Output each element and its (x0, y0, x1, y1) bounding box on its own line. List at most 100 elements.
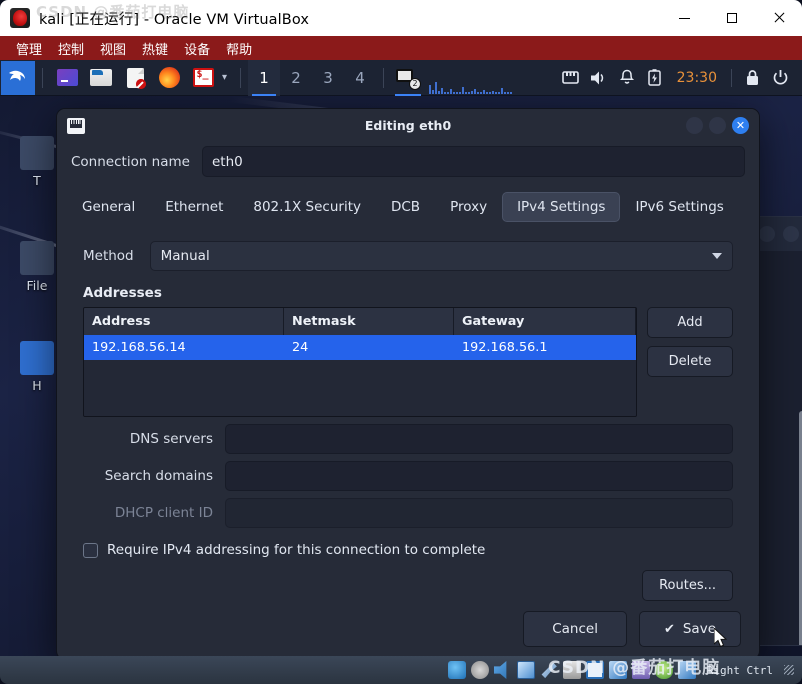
panel-launchers: $_ ▾ 1 2 3 4 2 (0, 59, 422, 96)
editing-connection-dialog: Editing eth0 ✕ Connection name eth0 Gene… (56, 108, 760, 660)
features-icon[interactable] (631, 661, 650, 679)
workspace-2[interactable]: 2 (280, 60, 312, 96)
tray-divider (731, 68, 732, 87)
text-editor-launcher[interactable] (122, 65, 148, 91)
tab-ipv6-settings[interactable]: IPv6 Settings (620, 192, 738, 222)
hard-disk-icon[interactable] (447, 661, 466, 679)
tab-general[interactable]: General (67, 192, 150, 222)
method-combobox[interactable]: Manual (149, 241, 733, 271)
maximize-circle-icon[interactable] (783, 226, 799, 242)
desktop-icon-glyph (20, 241, 54, 275)
terminal-launcher[interactable] (54, 65, 80, 91)
column-header-address: Address (84, 308, 284, 335)
window-count-badge: 2 (409, 77, 422, 90)
routes-button[interactable]: Routes... (642, 570, 733, 601)
addresses-table-empty-space (84, 360, 636, 416)
panel-spacer (421, 60, 557, 96)
battery-glyph (648, 69, 661, 86)
panel-divider-3 (383, 67, 385, 88)
ethernet-glyph (562, 71, 579, 84)
connection-name-input[interactable]: eth0 (201, 146, 745, 177)
taskbar-active-indicator (395, 93, 422, 96)
network-icon[interactable] (516, 661, 535, 679)
display-icon[interactable] (585, 661, 604, 679)
mouse-cursor (714, 628, 728, 648)
minimize-icon (679, 17, 690, 19)
dns-servers-label: DNS servers (129, 431, 213, 447)
dialog-titlebar[interactable]: Editing eth0 ✕ (57, 109, 759, 142)
desktop-icon-label: File (26, 278, 48, 293)
maximize-button[interactable] (708, 0, 755, 36)
dialog-maximize-button[interactable] (709, 117, 726, 134)
tab-ethernet[interactable]: Ethernet (150, 192, 238, 222)
chevron-down-icon[interactable]: ▾ (222, 72, 227, 83)
dns-servers-input[interactable] (225, 424, 733, 454)
usb-icon[interactable] (541, 662, 557, 679)
window-controls (661, 0, 802, 36)
require-ipv4-checkbox[interactable] (83, 542, 98, 558)
tab-8021x-security[interactable]: 802.1X Security (238, 192, 376, 222)
lock-screen-icon[interactable] (738, 60, 766, 96)
menu-view[interactable]: 视图 (92, 37, 134, 60)
bell-glyph (619, 69, 634, 84)
window-title: kali [正在运行] - Oracle VM VirtualBox (39, 11, 310, 28)
tab-ipv4-settings[interactable]: IPv4 Settings (502, 192, 621, 222)
column-header-gateway: Gateway (454, 308, 636, 335)
logout-icon[interactable] (766, 60, 794, 96)
require-ipv4-label: Require IPv4 addressing for this connect… (107, 542, 486, 558)
dialog-close-button[interactable]: ✕ (732, 117, 749, 134)
clock[interactable]: 23:30 (669, 70, 725, 86)
desktop-icon-label: H (32, 378, 42, 393)
speaker-glyph (590, 71, 603, 84)
keyboard-icon[interactable] (677, 661, 696, 679)
cell-address: 192.168.56.14 (92, 340, 186, 355)
root-terminal-launcher[interactable]: $_ (190, 65, 216, 91)
menu-control[interactable]: 控制 (50, 37, 92, 60)
menu-devices[interactable]: 设备 (176, 37, 218, 60)
workspace-1[interactable]: 1 (248, 59, 281, 96)
minimize-button[interactable] (661, 0, 708, 36)
addresses-table-header: Address Netmask Gateway (84, 308, 636, 335)
menu-hotkey[interactable]: 热键 (134, 37, 176, 60)
host-key-hint: Right Ctrl (706, 663, 773, 677)
taskbar-window-button[interactable]: 2 (395, 60, 422, 96)
network-tray-icon[interactable] (557, 60, 585, 96)
workspace-4[interactable]: 4 (344, 60, 376, 96)
resize-grip-icon[interactable] (784, 665, 794, 675)
require-ipv4-row[interactable]: Require IPv4 addressing for this connect… (75, 528, 741, 558)
desktop-icon-label: T (33, 173, 41, 188)
menu-help[interactable]: 帮助 (218, 37, 260, 60)
table-row[interactable]: 192.168.56.14 24 192.168.56.1 (84, 335, 636, 360)
connection-name-row: Connection name eth0 (57, 142, 759, 187)
maximize-icon (726, 13, 737, 23)
close-button[interactable] (755, 0, 802, 36)
tab-proxy[interactable]: Proxy (435, 192, 502, 222)
notification-tray-icon[interactable] (613, 60, 641, 96)
optical-disk-icon[interactable] (470, 661, 489, 679)
dragon-glyph (9, 70, 25, 81)
dns-servers-row: DNS servers (75, 417, 741, 454)
cancel-button[interactable]: Cancel (523, 611, 627, 647)
menu-manage[interactable]: 管理 (8, 37, 50, 60)
shared-folder-icon[interactable] (562, 661, 581, 679)
mouse-icon[interactable] (654, 661, 673, 679)
add-address-button[interactable]: Add (647, 307, 733, 338)
search-domains-input[interactable] (225, 461, 733, 491)
addresses-table[interactable]: Address Netmask Gateway 192.168.56.14 24… (83, 307, 637, 417)
firefox-launcher[interactable] (156, 65, 182, 91)
routes-row: Routes... (75, 558, 741, 601)
addresses-buttons: Add Delete (647, 307, 733, 377)
volume-tray-icon[interactable] (585, 60, 613, 96)
delete-address-button[interactable]: Delete (647, 346, 733, 377)
minimize-circle-icon[interactable] (759, 226, 775, 242)
dialog-minimize-button[interactable] (686, 117, 703, 134)
files-launcher[interactable] (88, 65, 114, 91)
recording-icon[interactable] (608, 661, 627, 679)
tab-dcb[interactable]: DCB (376, 192, 435, 222)
dialog-title: Editing eth0 (364, 118, 452, 133)
workspace-3[interactable]: 3 (312, 60, 344, 96)
audio-icon[interactable] (493, 661, 507, 679)
desktop-icon-glyph (20, 136, 54, 170)
kali-dragon-icon[interactable] (1, 60, 35, 95)
battery-tray-icon[interactable] (641, 60, 669, 96)
